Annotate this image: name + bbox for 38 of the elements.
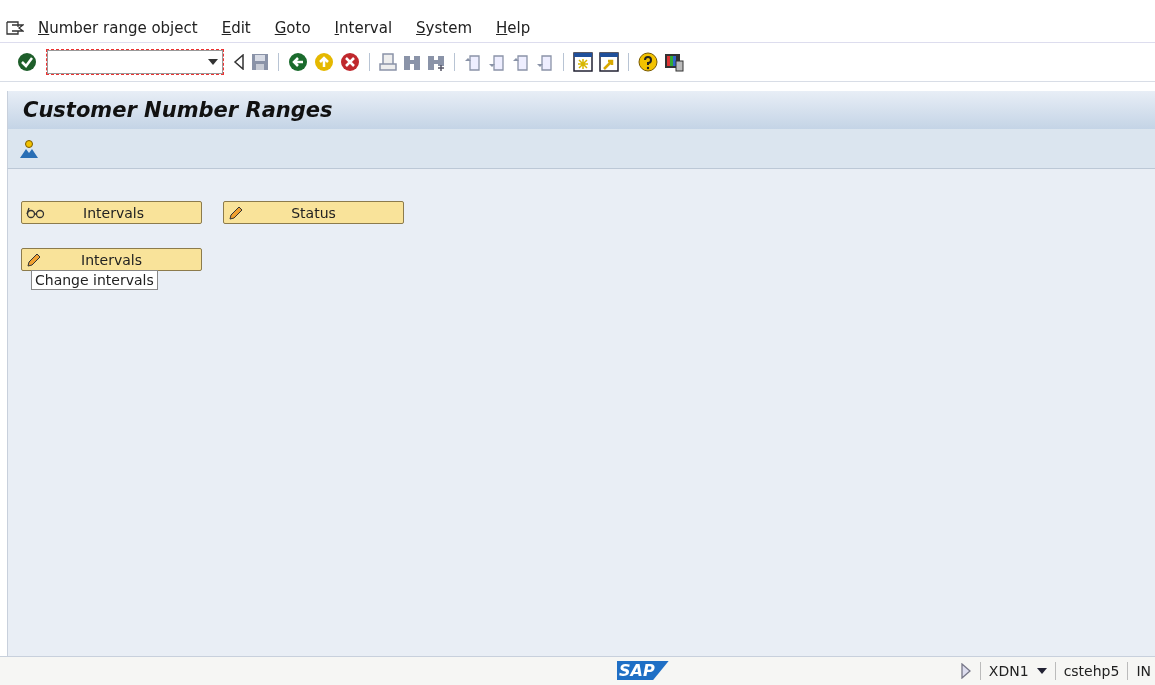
menu-item[interactable]: Help [496,19,531,37]
cancel-icon[interactable] [340,52,360,72]
command-field[interactable] [47,50,223,74]
push-button[interactable]: Status [223,201,404,224]
triangle-right-icon[interactable] [959,663,972,679]
help-icon[interactable] [638,52,658,72]
sap-logo: SAP [617,661,669,680]
menu-item[interactable]: Number range object [38,19,198,37]
screen-title: Customer Number Ranges [23,98,333,122]
dropdown-icon[interactable] [208,59,218,65]
pencil-icon [26,251,42,268]
shortcut-icon[interactable] [599,52,619,72]
menu-item[interactable]: Edit [221,19,251,37]
menu-icon[interactable] [6,21,24,35]
triangle-left-icon[interactable] [233,54,245,70]
save-icon[interactable] [251,53,269,71]
input-mode: IN [1136,663,1151,679]
system-name: XDN1 [988,663,1029,679]
glasses-icon [26,205,46,220]
page-icon[interactable] [512,53,530,71]
page-icon[interactable] [464,53,482,71]
enter-check-icon[interactable] [17,52,37,72]
person-icon[interactable] [19,138,39,159]
menu-item[interactable]: Interval [334,19,393,37]
page-icon[interactable] [536,53,554,71]
new-window-icon[interactable] [573,52,593,72]
server-name: cstehp5 [1063,663,1120,679]
menu-item[interactable]: System [416,19,472,37]
pencil-icon [228,204,244,221]
tooltip: Change intervals [31,270,158,290]
back-icon[interactable] [288,52,308,72]
menu-item[interactable]: Goto [274,19,311,37]
push-button[interactable]: Intervals [21,248,202,271]
monitor-icon[interactable] [664,52,684,72]
push-button[interactable]: Intervals [21,201,202,224]
print-icon[interactable] [379,53,397,71]
page-icon[interactable] [488,53,506,71]
dropdown-icon[interactable] [1036,668,1047,674]
